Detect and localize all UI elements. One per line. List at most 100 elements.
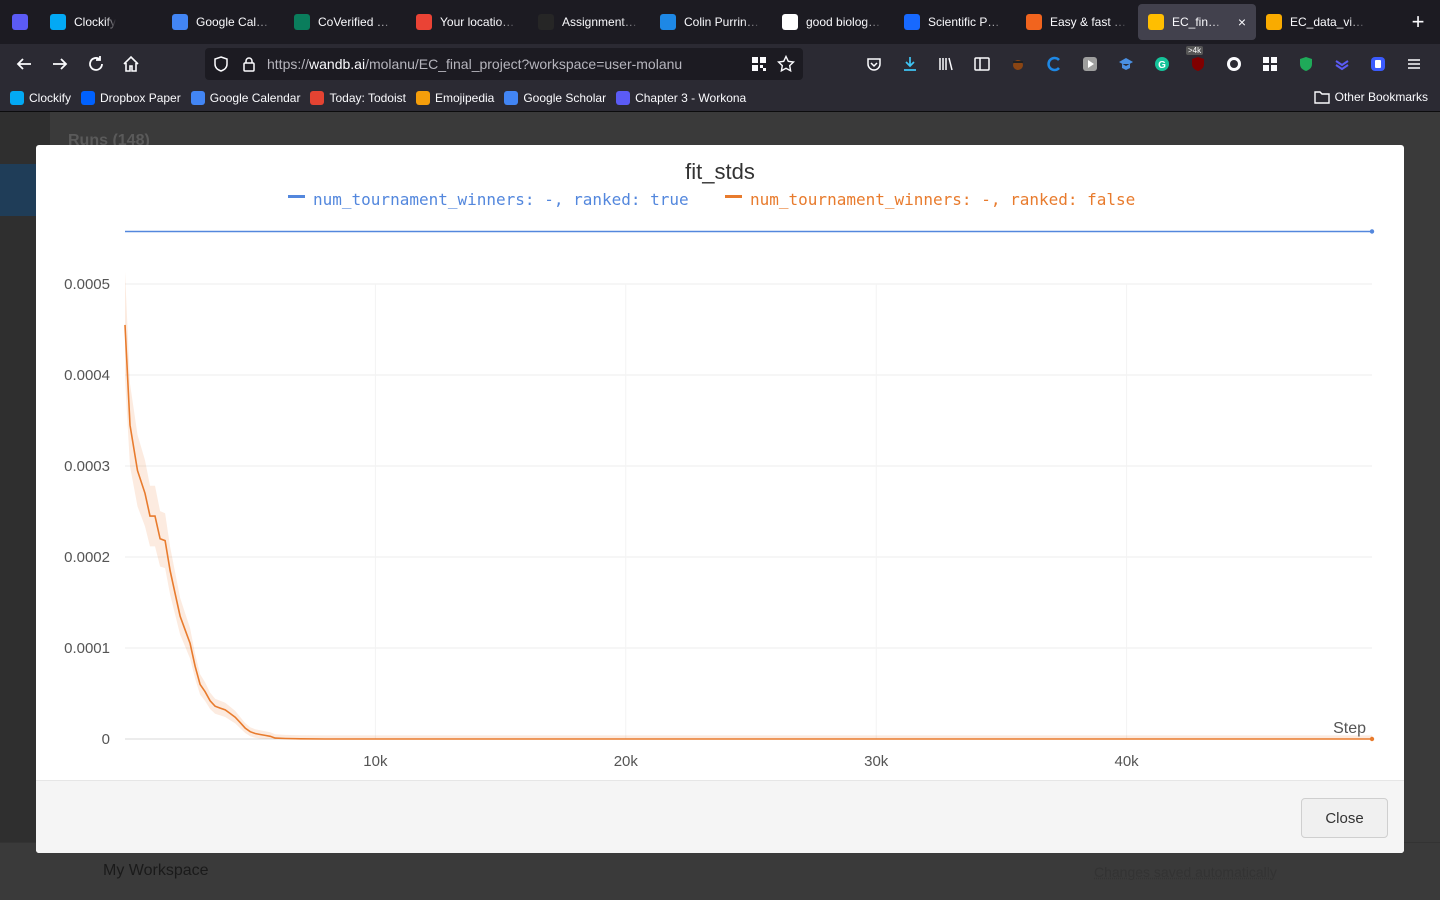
graduation-extension-icon[interactable] xyxy=(1114,52,1138,76)
wandb-icon xyxy=(1148,14,1164,30)
url-prefix: https:// xyxy=(267,56,310,72)
x-axis-ticks: 10k 20k 30k 40k xyxy=(363,753,1139,770)
c-extension-icon[interactable] xyxy=(1042,52,1066,76)
bookmark-label: Clockify xyxy=(29,90,72,105)
browser-tab[interactable]: EC_final_pro × xyxy=(1138,4,1256,40)
layers-extension-icon[interactable] xyxy=(1330,52,1354,76)
tab-label: EC_data_vis.ipy xyxy=(1290,15,1368,29)
bookmark-item[interactable]: Google Scholar xyxy=(504,90,607,105)
y-axis-ticks: 0 0.0001 0.0002 0.0003 0.0004 0.0005 xyxy=(64,276,110,748)
browser-nav-bar: https://wandb.ai/molanu/EC_final_project… xyxy=(0,44,1440,84)
bookmark-label: Today: Todoist xyxy=(329,90,406,105)
series-endpoint xyxy=(1369,736,1375,742)
translate-extension-icon[interactable] xyxy=(1222,52,1246,76)
browser-tab[interactable]: Scientific Poste xyxy=(894,4,1016,40)
browser-tab[interactable]: EC_data_vis.ipy xyxy=(1256,4,1378,40)
browser-tab[interactable]: Colin Purrington xyxy=(650,4,772,40)
library-icon[interactable] xyxy=(934,52,958,76)
bookmark-item[interactable]: Clockify xyxy=(10,90,72,105)
bookmark-item[interactable]: Today: Todoist xyxy=(310,90,406,105)
y-tick-label: 0.0003 xyxy=(64,458,110,475)
tab-label: Google Calendar xyxy=(196,15,274,29)
qr-code-icon[interactable] xyxy=(751,56,767,72)
browser-tab-strip: Clockify Google Calendar CoVerified COVID Y… xyxy=(0,0,1440,44)
series-band xyxy=(125,271,1372,739)
reload-icon xyxy=(89,56,103,71)
bookmark-item[interactable]: Dropbox Paper xyxy=(81,90,181,105)
blackboard-icon xyxy=(538,14,554,30)
y-tick-label: 0.0001 xyxy=(64,640,110,657)
green-shield-extension-icon[interactable] xyxy=(1294,52,1318,76)
google-calendar-icon xyxy=(172,14,188,30)
forward-button[interactable] xyxy=(44,48,76,80)
sidebar-toggle-icon[interactable] xyxy=(970,52,994,76)
legend-entry: num_tournament_winners: -, ranked: true xyxy=(313,190,689,209)
hamburger-menu-icon[interactable] xyxy=(1402,52,1426,76)
bookmark-label: Emojipedia xyxy=(434,90,495,105)
legend-entry: num_tournament_winners: -, ranked: false xyxy=(750,190,1135,209)
series-line[interactable] xyxy=(124,324,1372,740)
workspace-label[interactable]: My Workspace xyxy=(103,862,209,880)
saved-status: Changes saved automatically xyxy=(1094,864,1277,880)
pirate-extension-icon[interactable] xyxy=(1006,52,1030,76)
reload-button[interactable] xyxy=(80,48,112,80)
y-tick-label: 0.0004 xyxy=(64,367,110,384)
modal-footer: Close xyxy=(36,780,1404,853)
bookmark-item[interactable]: Chapter 3 - Workona xyxy=(616,90,747,105)
bookmark-star-icon[interactable] xyxy=(777,55,795,73)
tab-label: Colin Purrington xyxy=(684,15,762,29)
colab-icon xyxy=(1266,14,1282,30)
svg-text:G: G xyxy=(1158,60,1166,71)
bookmark-label: Chapter 3 - Workona xyxy=(635,90,747,105)
ublock-icon[interactable]: >4k xyxy=(1186,46,1210,76)
home-icon xyxy=(123,55,139,72)
bookmark-label: Google Scholar xyxy=(523,90,607,105)
legend-swatch xyxy=(725,195,742,198)
url-bar[interactable]: https://wandb.ai/molanu/EC_final_project… xyxy=(205,48,803,80)
close-tab-icon[interactable]: × xyxy=(1238,14,1246,30)
folder-icon xyxy=(1313,91,1330,104)
chart-legend: num_tournament_winners: -, ranked: true n… xyxy=(288,190,1135,209)
browser-tab[interactable]: Clockify xyxy=(40,4,162,40)
arrow-right-icon xyxy=(53,58,68,70)
google-icon xyxy=(782,14,798,30)
clockify-icon xyxy=(50,14,66,30)
pocket-icon[interactable] xyxy=(862,52,886,76)
chart-modal: fit_stds num_tournament_winners: -, rank… xyxy=(36,145,1404,853)
browser-tab[interactable] xyxy=(2,4,40,40)
grammarly-icon[interactable]: G xyxy=(1150,52,1174,76)
new-tab-button[interactable]: + xyxy=(1404,8,1432,36)
browser-tab[interactable]: Assignments – xyxy=(528,4,650,40)
blue-square-extension-icon[interactable] xyxy=(1366,52,1390,76)
tab-label: EC_final_pro xyxy=(1172,15,1226,29)
browser-tab[interactable]: Easy & fast scie xyxy=(1016,4,1138,40)
chart-area: fit_stds num_tournament_winners: -, rank… xyxy=(36,145,1404,780)
google-maps-icon xyxy=(416,14,432,30)
lock-icon[interactable] xyxy=(241,56,257,72)
browser-tab[interactable]: Your location to xyxy=(406,4,528,40)
bookmark-favicon-icon xyxy=(415,90,430,105)
download-icon[interactable] xyxy=(898,52,922,76)
bookmark-item[interactable]: Google Calendar xyxy=(190,90,300,105)
back-button[interactable] xyxy=(8,48,40,80)
bookmark-item[interactable]: Emojipedia xyxy=(415,90,495,105)
x-tick-label: 40k xyxy=(1115,753,1140,770)
bookmark-favicon-icon xyxy=(504,90,519,105)
play-extension-icon[interactable] xyxy=(1078,52,1102,76)
browser-tab[interactable]: Google Calendar xyxy=(162,4,284,40)
browser-tab[interactable]: good biology p xyxy=(772,4,894,40)
bookmark-label: Dropbox Paper xyxy=(100,90,181,105)
bookmark-favicon-icon xyxy=(310,90,325,105)
x-axis-label: Step xyxy=(1333,720,1366,737)
legend-swatch xyxy=(288,195,305,198)
home-button[interactable] xyxy=(115,48,147,80)
close-button[interactable]: Close xyxy=(1301,798,1388,838)
browser-tab[interactable]: CoVerified COVID xyxy=(284,4,406,40)
behance-icon xyxy=(904,14,920,30)
extensions-grid-icon[interactable] xyxy=(1258,52,1282,76)
other-bookmarks[interactable]: Other Bookmarks xyxy=(1313,90,1428,104)
shield-icon[interactable] xyxy=(213,56,229,72)
bookmarks-bar: Clockify Dropbox Paper Google Calendar Toda… xyxy=(0,84,1440,112)
bookmark-favicon-icon xyxy=(81,90,96,105)
coverified-icon xyxy=(294,14,310,30)
